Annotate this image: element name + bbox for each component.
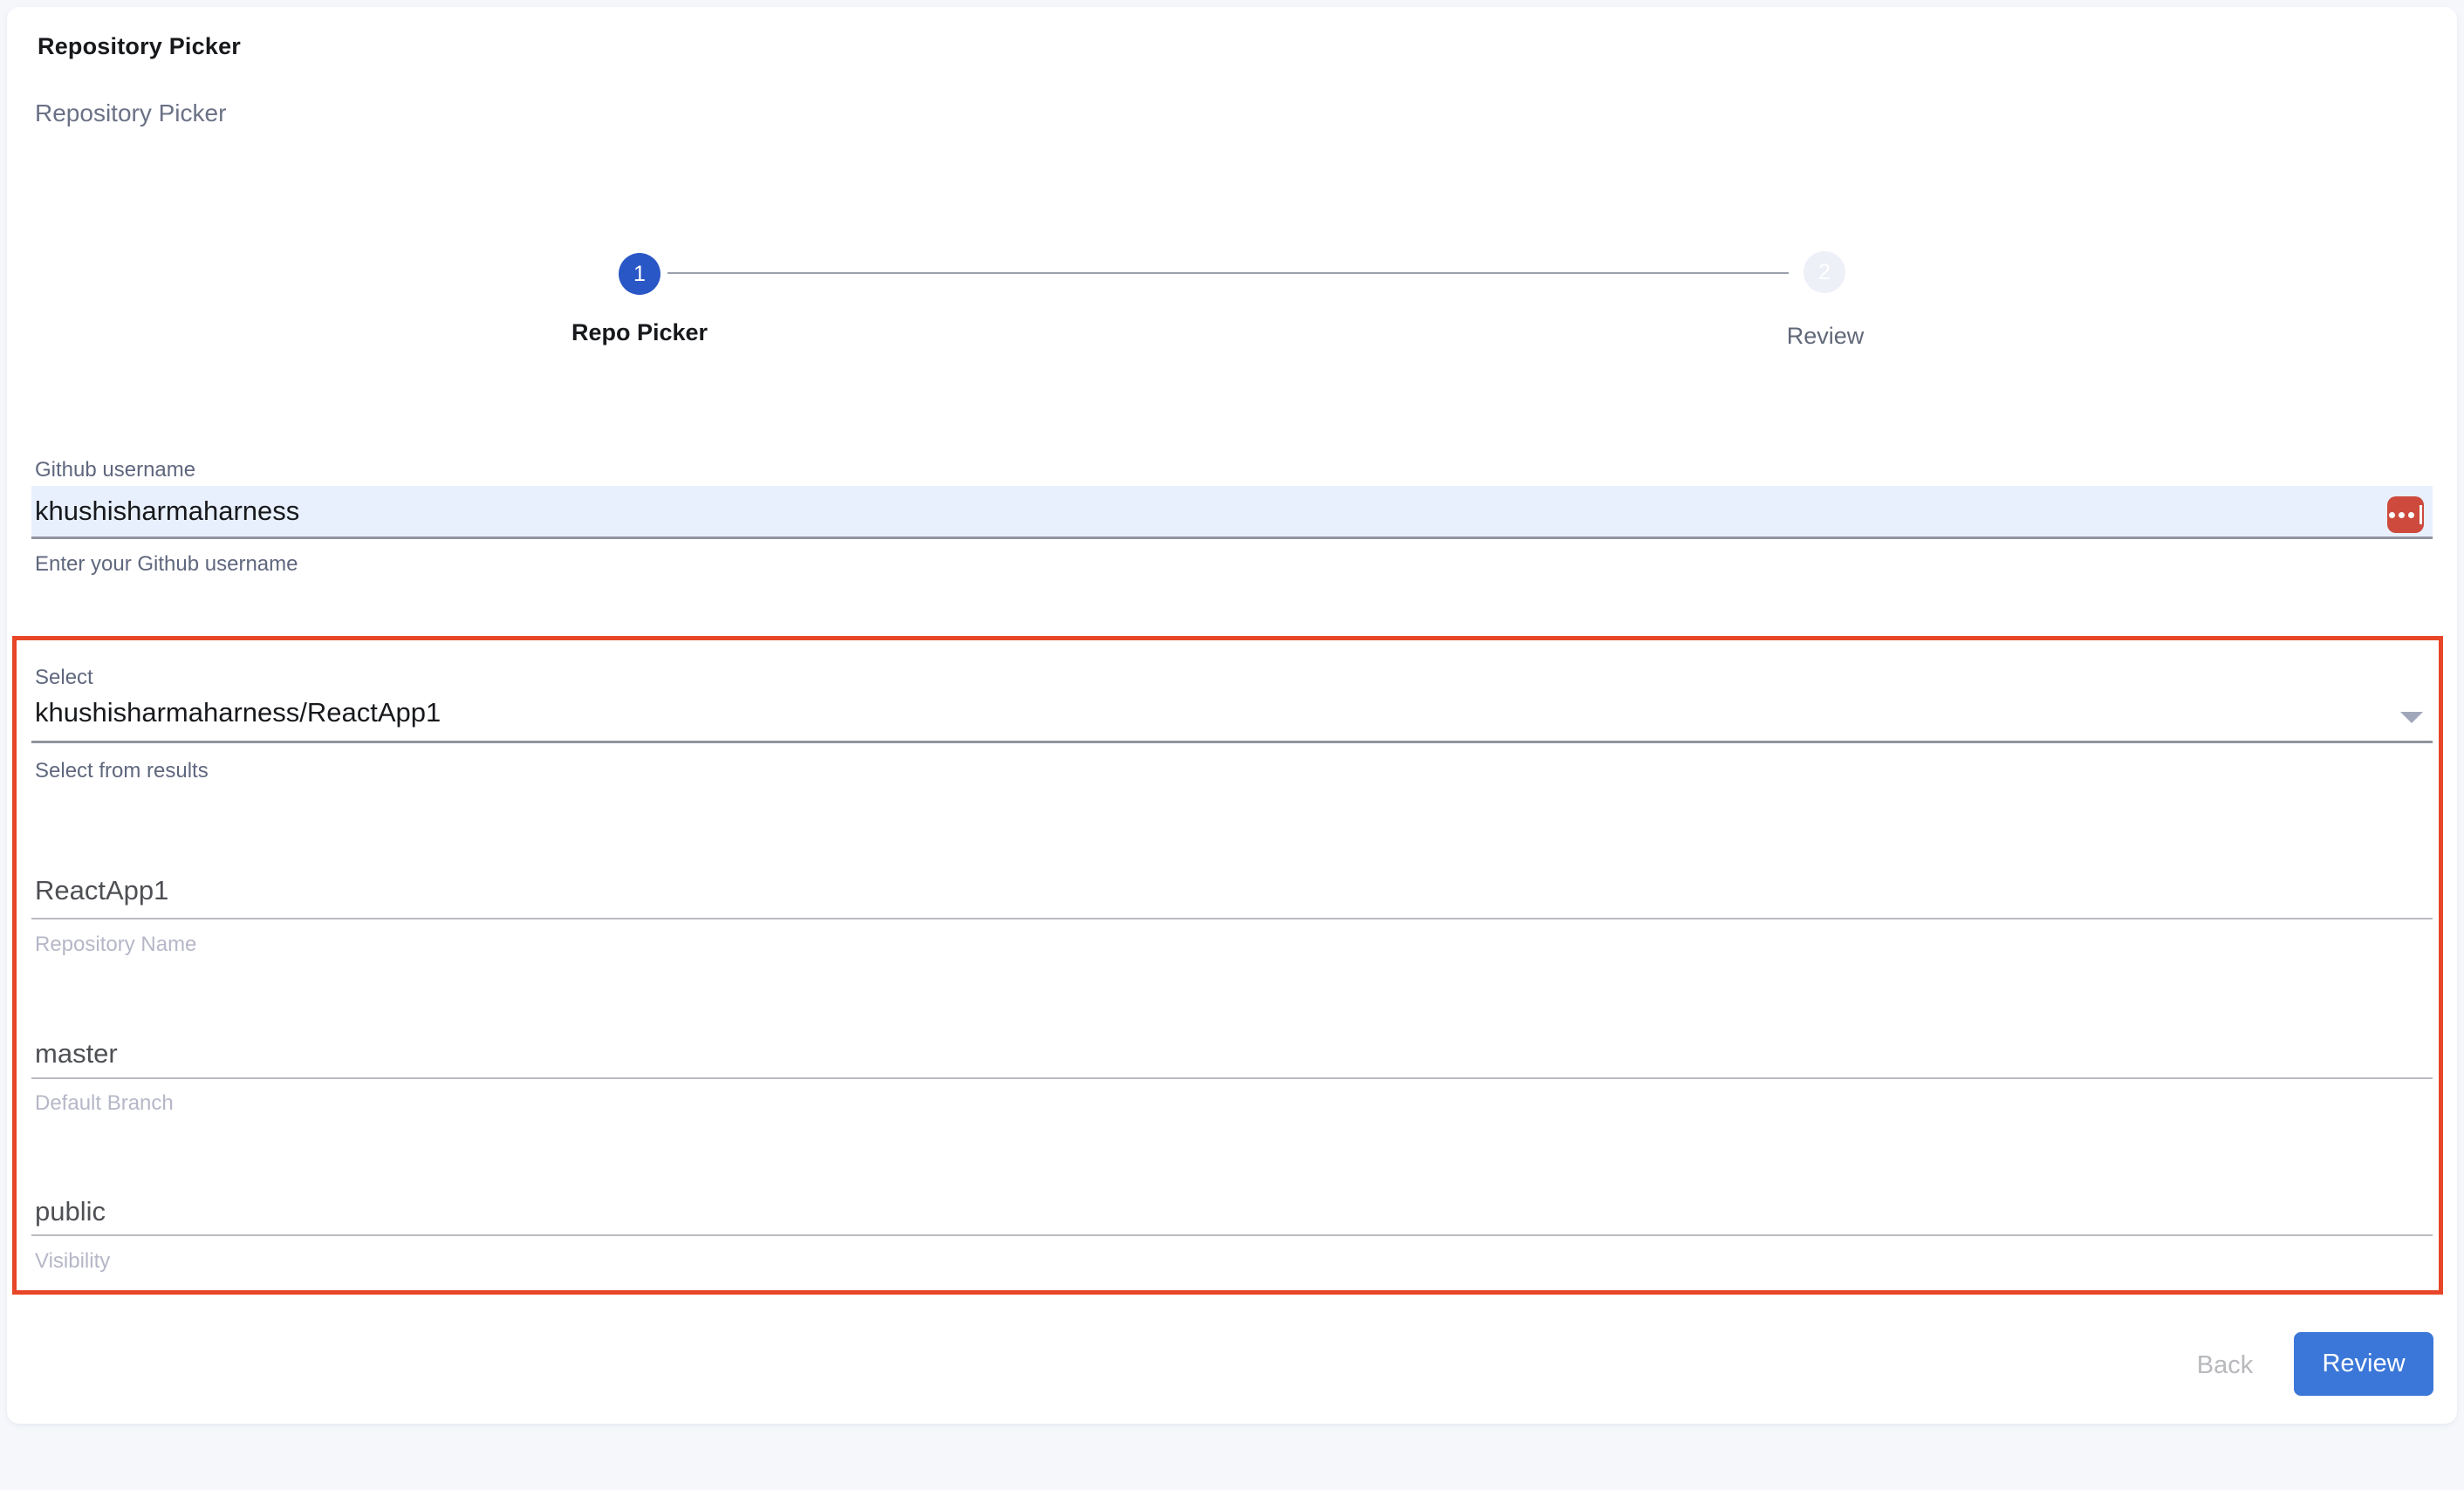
repository-name-value[interactable]: ReactApp1: [35, 875, 168, 906]
review-button[interactable]: Review: [2294, 1332, 2433, 1396]
password-manager-icon-dot: [2389, 512, 2395, 518]
default-branch-helper: Default Branch: [35, 1091, 174, 1116]
chevron-down-icon[interactable]: [2400, 712, 2423, 723]
visibility-helper: Visibility: [35, 1249, 110, 1274]
page: Repository Picker Repository Picker 1 2 …: [0, 0, 2464, 1490]
default-branch-underline: [31, 1077, 2433, 1079]
github-username-helper: Enter your Github username: [35, 552, 298, 577]
page-title: Repository Picker: [38, 33, 241, 60]
page-subtitle: Repository Picker: [35, 99, 226, 127]
back-button[interactable]: Back: [2164, 1348, 2286, 1383]
password-manager-icon[interactable]: [2387, 496, 2424, 533]
password-manager-icon-bar: [2420, 505, 2422, 524]
repository-name-helper: Repository Name: [35, 933, 196, 957]
visibility-value[interactable]: public: [35, 1196, 106, 1227]
repo-select-label: Select: [35, 666, 93, 690]
password-manager-icon-dot: [2399, 512, 2405, 518]
github-username-label: Github username: [35, 458, 195, 482]
github-username-value: khushisharmaharness: [31, 496, 299, 527]
step-1-label: Repo Picker: [500, 319, 779, 346]
step-2-label: Review: [1686, 323, 1965, 350]
repo-select-underline: [31, 741, 2433, 743]
visibility-underline: [31, 1234, 2433, 1236]
repo-section-highlight-border: [12, 636, 2443, 1295]
step-2-indicator[interactable]: 2: [1804, 251, 1845, 293]
repository-name-underline: [31, 918, 2433, 919]
password-manager-icon-dot: [2408, 512, 2414, 518]
stepper-connector-line: [667, 272, 1789, 274]
repo-select-value[interactable]: khushisharmaharness/ReactApp1: [35, 697, 441, 728]
default-branch-value[interactable]: master: [35, 1038, 118, 1070]
github-username-input[interactable]: khushisharmaharness: [31, 486, 2433, 539]
step-1-indicator[interactable]: 1: [619, 253, 660, 295]
repo-select-helper: Select from results: [35, 759, 209, 783]
